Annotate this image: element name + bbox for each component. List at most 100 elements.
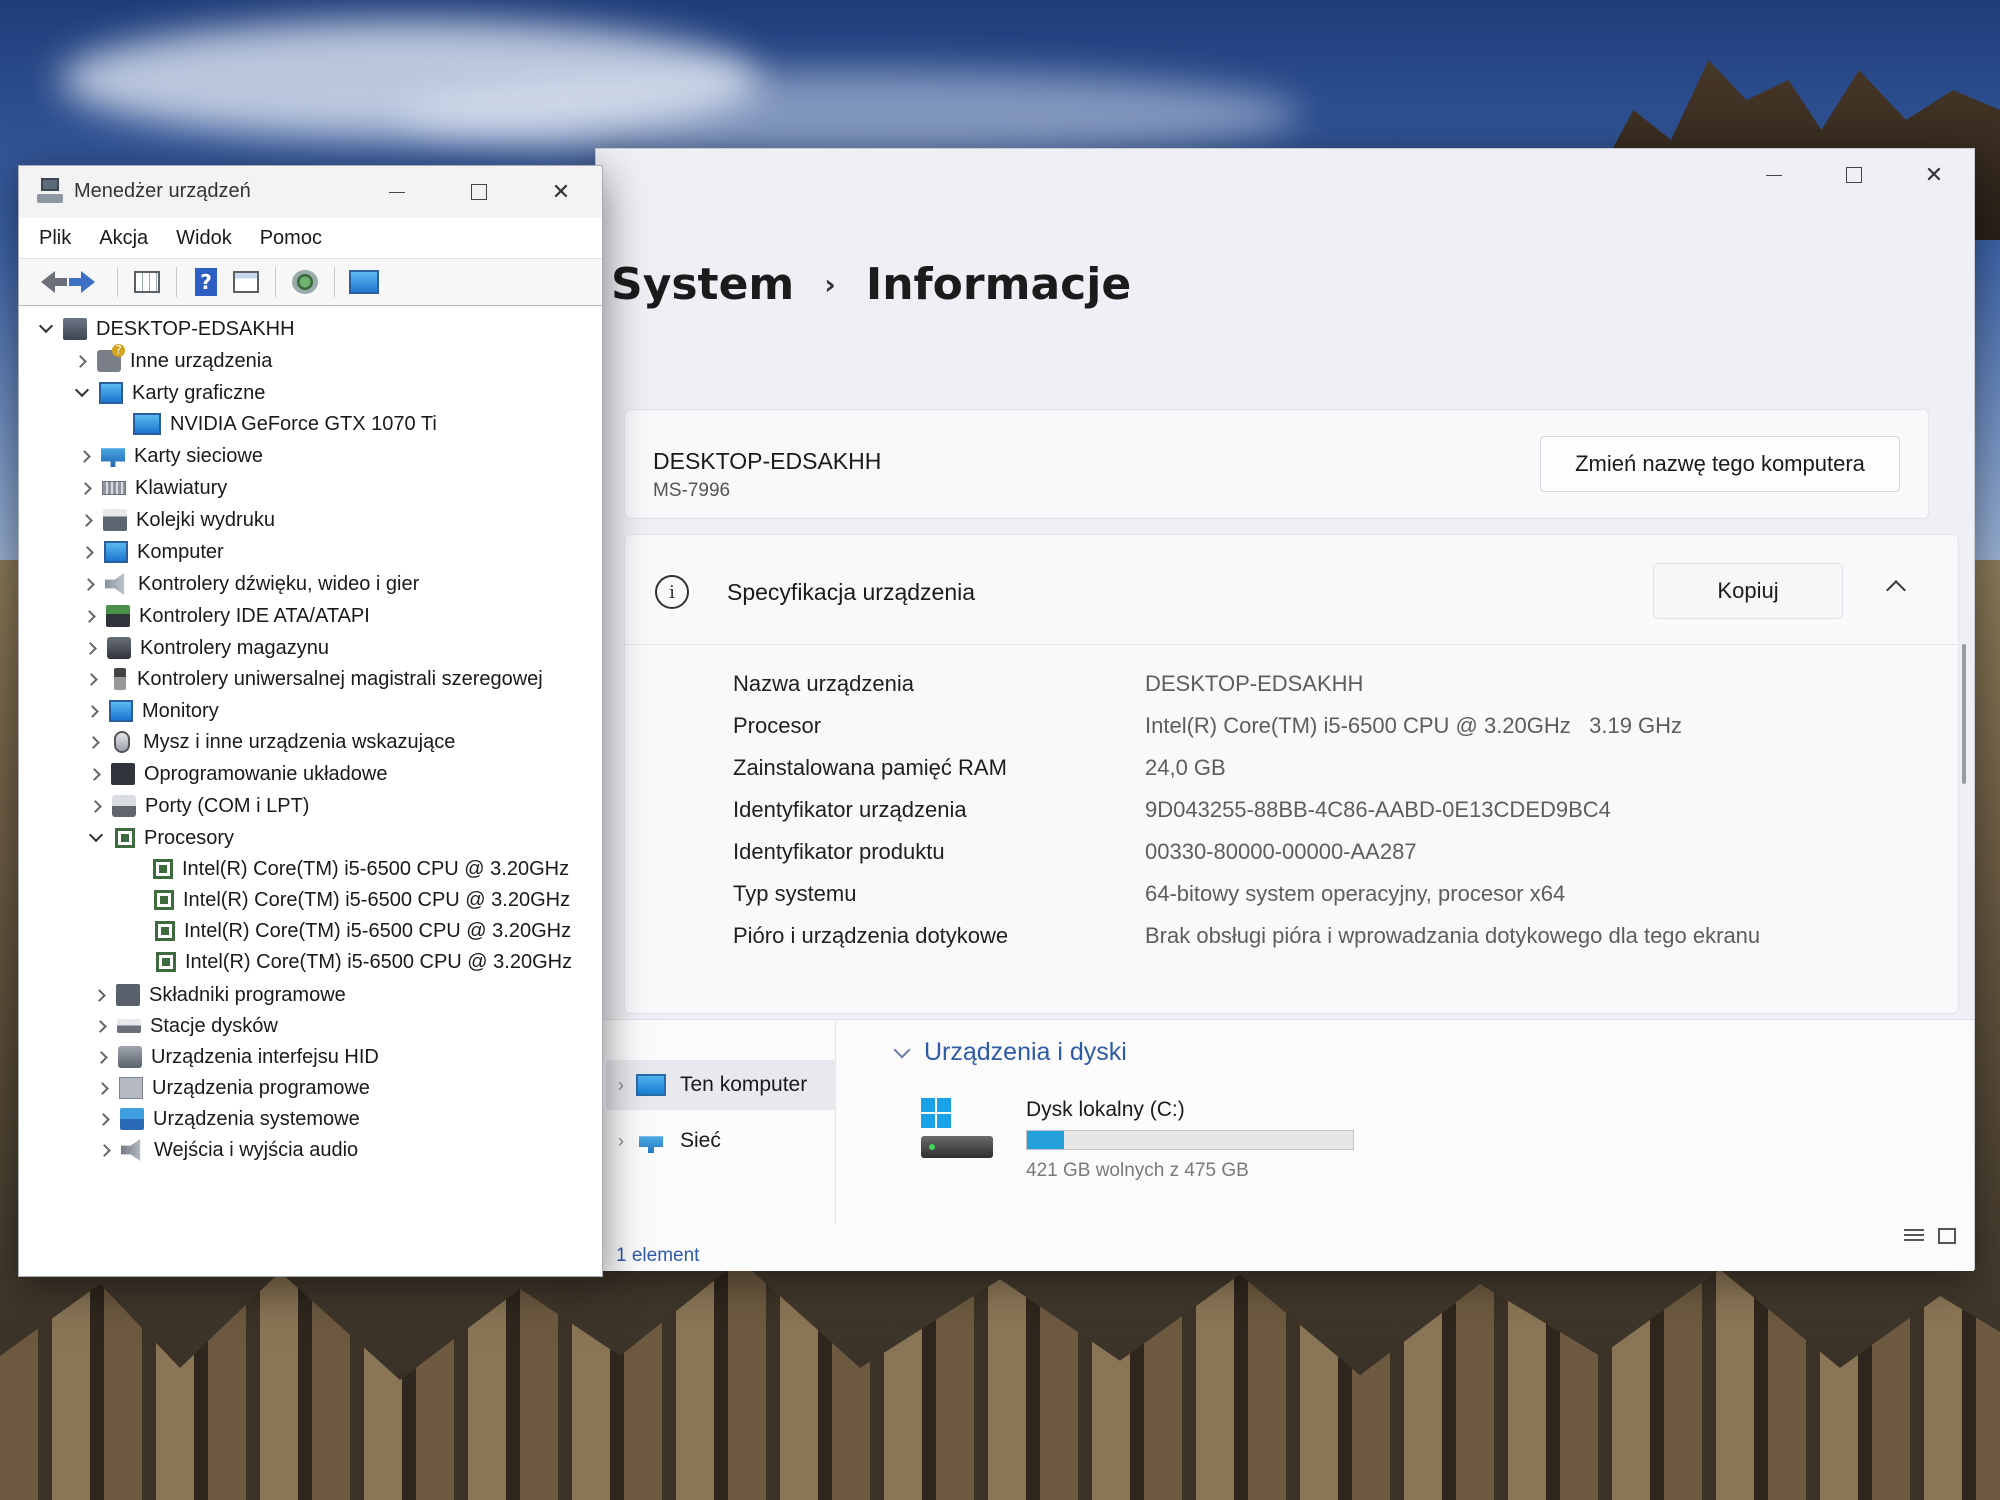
expand-toggle[interactable] — [69, 378, 95, 408]
chevron-right-icon — [82, 609, 96, 623]
chevron-right-icon — [83, 641, 97, 655]
tree-node[interactable]: Kontrolery uniwersalnej magistrali szere… — [78, 664, 543, 694]
tree-node[interactable]: Kontrolery dźwięku, wideo i gier — [75, 569, 419, 599]
copy-button[interactable]: Kopiuj — [1653, 563, 1843, 619]
tiles-view-icon[interactable] — [1938, 1228, 1956, 1244]
tree-node[interactable]: Karty graficzne — [69, 378, 265, 408]
chevron-right-icon[interactable]: › — [606, 1075, 636, 1096]
devices-group-title: Urządzenia i dyski — [924, 1038, 1127, 1066]
nav-item-this-pc[interactable]: › Ten komputer — [606, 1060, 836, 1110]
tree-root-computer[interactable]: DESKTOP-EDSAKHH — [33, 314, 295, 344]
minimize-button[interactable] — [1734, 149, 1814, 201]
tree-node[interactable]: Inne urządzenia — [67, 344, 272, 376]
spec-row: Identyfikator produktu 00330-80000-00000… — [625, 831, 1958, 873]
expand-toggle[interactable] — [73, 505, 99, 535]
expand-toggle[interactable] — [71, 441, 97, 471]
expand-toggle[interactable] — [77, 633, 103, 663]
forward-button[interactable] — [69, 265, 105, 299]
menu-file[interactable]: Plik — [39, 227, 71, 250]
tree-node[interactable]: Urządzenia interfejsu HID — [88, 1042, 379, 1072]
tree-node[interactable]: Kolejki wydruku — [73, 505, 275, 535]
tree-node[interactable]: Monitory — [79, 696, 219, 726]
expand-toggle[interactable] — [86, 980, 112, 1010]
maximize-button[interactable] — [1814, 149, 1894, 201]
drive-name[interactable]: Dysk lokalny (C:) — [1026, 1098, 1185, 1122]
tree-label: Urządzenia interfejsu HID — [151, 1045, 379, 1068]
tree-node[interactable]: Klawiatury — [72, 473, 227, 503]
expand-toggle[interactable] — [76, 601, 102, 631]
chevron-right-icon — [78, 481, 92, 495]
expand-toggle[interactable] — [81, 759, 107, 789]
expand-toggle[interactable] — [78, 664, 104, 694]
chevron-up-icon[interactable] — [1886, 580, 1906, 600]
expand-toggle[interactable] — [88, 1042, 114, 1072]
close-button[interactable]: ✕ — [1894, 149, 1974, 201]
tree-node[interactable]: Komputer — [74, 537, 224, 567]
expand-toggle[interactable] — [87, 1011, 113, 1041]
expand-toggle[interactable] — [79, 696, 105, 726]
wallpaper-cloud — [400, 70, 1300, 160]
expand-toggle[interactable] — [89, 1073, 115, 1103]
scrollbar-thumb[interactable] — [1962, 644, 1966, 784]
expand-toggle[interactable] — [67, 346, 93, 376]
expand-toggle[interactable] — [83, 823, 109, 853]
tree-node[interactable]: Mysz i inne urządzenia wskazujące — [80, 727, 455, 757]
nav-item-network[interactable]: › Sieć — [606, 1116, 836, 1166]
rename-pc-button[interactable]: Zmień nazwę tego komputera — [1540, 436, 1900, 492]
tree-node[interactable]: Składniki programowe — [86, 980, 346, 1010]
minimize-icon — [389, 191, 405, 193]
breadcrumb-system[interactable]: System — [611, 259, 794, 310]
expand-toggle[interactable] — [80, 727, 106, 757]
details-view-icon[interactable] — [1904, 1229, 1924, 1243]
tree-node[interactable]: Kontrolery IDE ATA/ATAPI — [76, 601, 370, 631]
close-button[interactable]: ✕ — [520, 166, 602, 218]
tree-node[interactable]: Procesory — [83, 823, 234, 853]
tree-node[interactable]: Wejścia i wyjścia audio — [91, 1135, 358, 1165]
expand-toggle[interactable] — [72, 473, 98, 503]
local-disk-icon[interactable] — [921, 1098, 993, 1170]
spec-label: Nazwa urządzenia — [733, 671, 914, 696]
tree-label: Kontrolery dźwięku, wideo i gier — [138, 572, 420, 595]
breadcrumb: System › Informacje — [611, 259, 1131, 310]
chevron-right-icon — [88, 799, 102, 813]
menu-action[interactable]: Akcja — [99, 227, 148, 250]
menu-view[interactable]: Widok — [176, 227, 232, 250]
properties-button[interactable] — [229, 265, 263, 299]
expand-toggle[interactable] — [74, 537, 100, 567]
devices-group-header[interactable]: Urządzenia i dyski — [893, 1038, 1127, 1067]
scan-hardware-button[interactable] — [288, 265, 322, 299]
menu-help[interactable]: Pomoc — [260, 227, 322, 250]
show-hide-console-tree-button[interactable] — [130, 265, 164, 299]
software-device-icon — [119, 1077, 143, 1099]
computer-model: MS-7996 — [653, 480, 731, 501]
expand-toggle[interactable] — [91, 1135, 117, 1165]
chevron-right-icon[interactable]: › — [606, 1131, 636, 1152]
tree-device[interactable]: NVIDIA GeForce GTX 1070 Ti — [129, 409, 437, 439]
expand-toggle[interactable] — [33, 314, 59, 344]
tree-node[interactable]: Urządzenia systemowe — [90, 1104, 360, 1134]
tree-device[interactable]: Intel(R) Core(TM) i5-6500 CPU @ 3.20GHz — [147, 854, 569, 884]
tree-label: Intel(R) Core(TM) i5-6500 CPU @ 3.20GHz — [182, 857, 570, 880]
expand-toggle[interactable] — [82, 791, 108, 821]
chevron-right-icon — [97, 1143, 111, 1157]
tree-node[interactable]: Urządzenia programowe — [89, 1073, 370, 1103]
tree-node[interactable]: Karty sieciowe — [71, 441, 263, 471]
tree-node[interactable]: Stacje dysków — [87, 1011, 278, 1041]
disk-led — [929, 1144, 935, 1150]
maximize-button[interactable] — [438, 166, 520, 218]
expand-toggle[interactable] — [75, 569, 101, 599]
back-button[interactable] — [31, 265, 67, 299]
tree-node[interactable]: Porty (COM i LPT) — [82, 791, 309, 821]
device-spec-header[interactable]: i Specyfikacja urządzenia Kopiuj — [625, 535, 1958, 645]
expand-toggle[interactable] — [90, 1104, 116, 1134]
help-button[interactable]: ? — [189, 265, 223, 299]
tree-device[interactable]: Intel(R) Core(TM) i5-6500 CPU @ 3.20GHz — [148, 885, 570, 915]
update-driver-button[interactable] — [347, 265, 381, 299]
tree-device[interactable]: Intel(R) Core(TM) i5-6500 CPU @ 3.20GHz — [149, 916, 571, 946]
minimize-button[interactable] — [356, 166, 438, 218]
tree-device[interactable]: Intel(R) Core(TM) i5-6500 CPU @ 3.20GHz — [150, 947, 572, 977]
tree-label: Karty graficzne — [132, 381, 266, 404]
tree-node[interactable]: Oprogramowanie układowe — [81, 759, 387, 789]
tree-node[interactable]: Kontrolery magazynu — [77, 633, 329, 663]
device-manager-titlebar[interactable]: Menedżer urządzeń ✕ — [19, 166, 602, 218]
